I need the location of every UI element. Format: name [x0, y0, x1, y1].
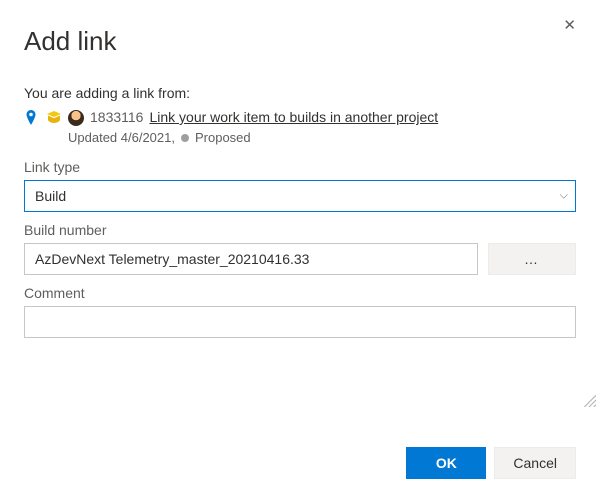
work-item-meta: Updated 4/6/2021, Proposed — [68, 130, 576, 145]
avatar — [68, 110, 84, 126]
comment-input[interactable] — [24, 306, 576, 338]
resize-grip-icon[interactable] — [582, 393, 596, 407]
work-item-link[interactable]: Link your work item to builds in another… — [149, 109, 438, 125]
state-text: Proposed — [195, 130, 251, 145]
browse-button[interactable]: … — [488, 243, 576, 275]
comment-label: Comment — [24, 285, 576, 301]
link-type-select[interactable]: Build — [24, 180, 576, 212]
build-number-label: Build number — [24, 222, 576, 238]
dialog-title: Add link — [24, 26, 576, 57]
state-dot-icon — [181, 134, 189, 142]
ok-button[interactable]: OK — [406, 447, 486, 479]
cancel-button[interactable]: Cancel — [494, 447, 576, 479]
build-number-input[interactable] — [24, 243, 478, 275]
updated-text: Updated 4/6/2021, — [68, 130, 175, 145]
dialog-footer: OK Cancel — [406, 447, 576, 479]
intro-text: You are adding a link from: — [24, 85, 576, 101]
pin-icon — [24, 110, 38, 126]
work-item-row: 1833116 Link your work item to builds in… — [24, 109, 576, 126]
work-item-id: 1833116 — [90, 109, 143, 125]
work-item-type-icon — [46, 110, 62, 125]
close-button[interactable]: ✕ — [559, 12, 580, 38]
link-type-label: Link type — [24, 159, 576, 175]
